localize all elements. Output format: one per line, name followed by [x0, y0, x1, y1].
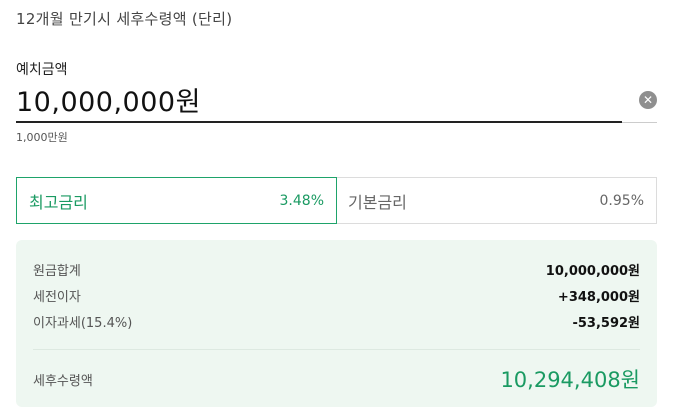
tab-max-rate[interactable]: 최고금리 3.48% — [16, 177, 337, 224]
total-value: 10,294,408원 — [500, 368, 640, 392]
tab-base-rate[interactable]: 기본금리 0.95% — [336, 177, 657, 224]
summary-panel: 원금합계 10,000,000원 세전이자 +348,000원 이자과세(15.… — [16, 240, 657, 407]
close-icon[interactable]: ✕ — [639, 91, 657, 109]
deposit-label: 예치금액 — [16, 62, 68, 78]
principal-value: 10,000,000원 — [545, 264, 640, 279]
summary-row-principal: 원금합계 10,000,000원 — [33, 260, 640, 279]
pretax-interest-label: 세전이자 — [33, 290, 81, 305]
page-title: 12개월 만기시 세후수령액 (단리) — [16, 10, 233, 28]
pretax-interest-value: +348,000원 — [557, 290, 640, 305]
summary-row-total: 세후수령액 10,294,408원 — [33, 364, 640, 394]
tab-base-rate-label: 기본금리 — [348, 192, 407, 212]
principal-label: 원금합계 — [33, 264, 81, 279]
tab-max-rate-label: 최고금리 — [29, 192, 88, 212]
tax-label: 이자과세(15.4%) — [33, 316, 133, 331]
deposit-amount-input[interactable] — [16, 80, 616, 118]
summary-row-tax: 이자과세(15.4%) -53,592원 — [33, 312, 640, 331]
summary-row-pretax-interest: 세전이자 +348,000원 — [33, 286, 640, 305]
summary-divider — [33, 349, 640, 350]
tax-value: -53,592원 — [572, 316, 640, 331]
amount-hint: 1,000만원 — [16, 131, 68, 144]
savings-calculator: 12개월 만기시 세후수령액 (단리) 예치금액 ✕ 1,000만원 최고금리 … — [0, 0, 676, 412]
tab-max-rate-value: 3.48% — [279, 192, 324, 209]
input-underline-rest — [622, 122, 657, 123]
input-underline — [16, 121, 622, 123]
total-label: 세후수령액 — [33, 373, 93, 389]
tab-base-rate-value: 0.95% — [599, 192, 644, 209]
